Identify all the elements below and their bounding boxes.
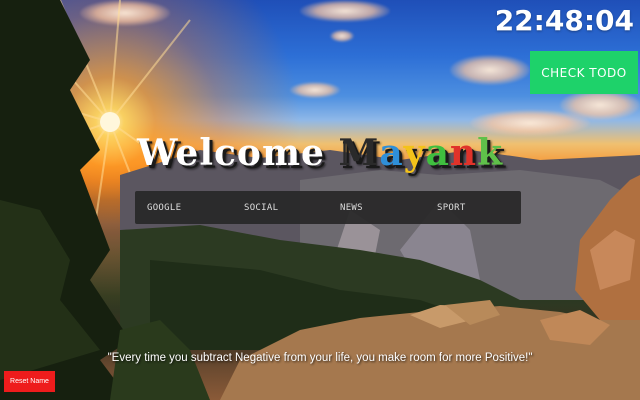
wallpaper-background: 22:48:04 CHECK TODO Welcome Mayank GOOGL… bbox=[0, 0, 640, 400]
nav-item-social[interactable]: SOCIAL bbox=[244, 203, 278, 213]
name-letter: a bbox=[425, 132, 450, 174]
name-letter: a bbox=[379, 132, 404, 174]
check-todo-button[interactable]: CHECK TODO bbox=[530, 51, 638, 94]
user-name: Mayank bbox=[338, 132, 503, 174]
motivational-quote: "Every time you subtract Negative from y… bbox=[107, 352, 533, 364]
name-letter: M bbox=[338, 132, 380, 174]
name-letter: y bbox=[403, 132, 426, 174]
name-letter: n bbox=[449, 132, 478, 174]
nav-item-google[interactable]: GOOGLE bbox=[147, 203, 181, 213]
nav-item-sport[interactable]: SPORT bbox=[437, 203, 466, 213]
nav-item-news[interactable]: NEWS bbox=[340, 203, 363, 213]
link-navbar: GOOGLE SOCIAL NEWS SPORT bbox=[135, 191, 521, 224]
welcome-prefix: Welcome bbox=[136, 132, 339, 174]
reset-name-button[interactable]: Reset Name bbox=[4, 371, 55, 392]
name-letter: k bbox=[477, 132, 504, 174]
welcome-heading: Welcome Mayank bbox=[0, 132, 640, 174]
clock-display: 22:48:04 bbox=[494, 4, 634, 37]
